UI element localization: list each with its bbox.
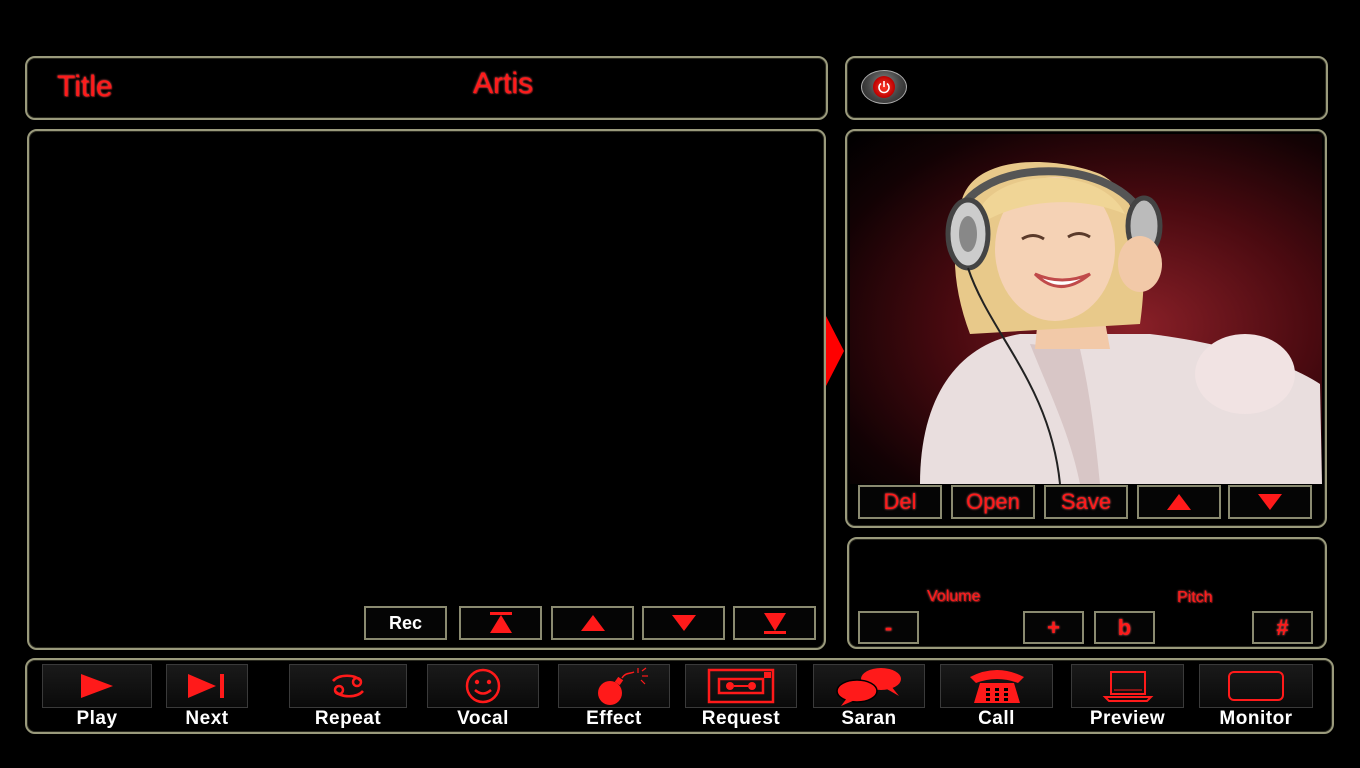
move-bottom-button[interactable] [733,606,816,640]
power-panel [845,56,1328,120]
monitor-label: Monitor [1219,708,1293,729]
header-panel: Title Artis [25,56,828,120]
repeat-label: Repeat [314,708,382,729]
move-up-button[interactable] [551,606,634,640]
bomb-icon [598,667,648,705]
next-button[interactable]: Next [166,664,248,730]
bottom-toolbar: Play Next Repeat Vocal Effect Request Sa… [25,658,1334,734]
repeat-button[interactable]: Repeat [289,664,407,730]
request-button[interactable]: Request [685,664,797,730]
open-button[interactable]: Open [951,485,1035,519]
vocal-label: Vocal [457,708,509,729]
next-label: Next [185,708,229,729]
call-button[interactable]: Call [940,664,1053,730]
telephone-icon [969,670,1024,703]
arrow-down-icon [671,615,696,631]
arrow-up-icon [580,615,605,631]
laptop-icon [1102,671,1153,702]
singer-photo [850,134,1322,484]
move-down-button[interactable] [642,606,725,640]
repeat-icon [332,674,364,698]
song-list-panel[interactable]: Rec [27,129,826,650]
cassette-icon [707,668,775,704]
del-button[interactable]: Del [858,485,942,519]
power-button[interactable] [861,70,907,104]
audio-panel: Volume Pitch - + b # [847,537,1327,649]
volume-label: Volume [927,588,981,605]
pitch-label: Pitch [1177,589,1213,606]
volume-down-button[interactable]: - [858,611,919,644]
rec-button[interactable]: Rec [364,606,447,640]
play-button[interactable]: Play [42,664,152,730]
title-label: Title [57,70,113,103]
pitch-up-button[interactable]: # [1252,611,1313,644]
saran-button[interactable]: Saran [813,664,925,730]
move-top-icon [489,612,512,633]
artist-label: Artis [473,67,533,100]
chat-bubbles-icon [836,668,901,706]
monitor-button[interactable]: Monitor [1199,664,1313,730]
pitch-down-button[interactable]: b [1094,611,1155,644]
power-icon [873,76,895,98]
move-top-button[interactable] [459,606,542,640]
arrow-down-icon [1258,494,1282,510]
save-button[interactable]: Save [1044,485,1128,519]
photo-panel: Del Open Save [845,129,1327,528]
preview-button[interactable]: Preview [1071,664,1184,730]
vocal-button[interactable]: Vocal [427,664,539,730]
move-bottom-icon [763,613,786,634]
play-icon [81,674,113,698]
photo-up-button[interactable] [1137,485,1221,519]
arrow-up-icon [1167,494,1191,510]
next-icon [188,674,224,698]
monitor-icon [1228,671,1284,701]
smiley-icon [465,668,501,704]
pointer-arrow-icon [826,316,844,386]
photo-down-button[interactable] [1228,485,1312,519]
volume-up-button[interactable]: + [1023,611,1084,644]
effect-button[interactable]: Effect [558,664,670,730]
